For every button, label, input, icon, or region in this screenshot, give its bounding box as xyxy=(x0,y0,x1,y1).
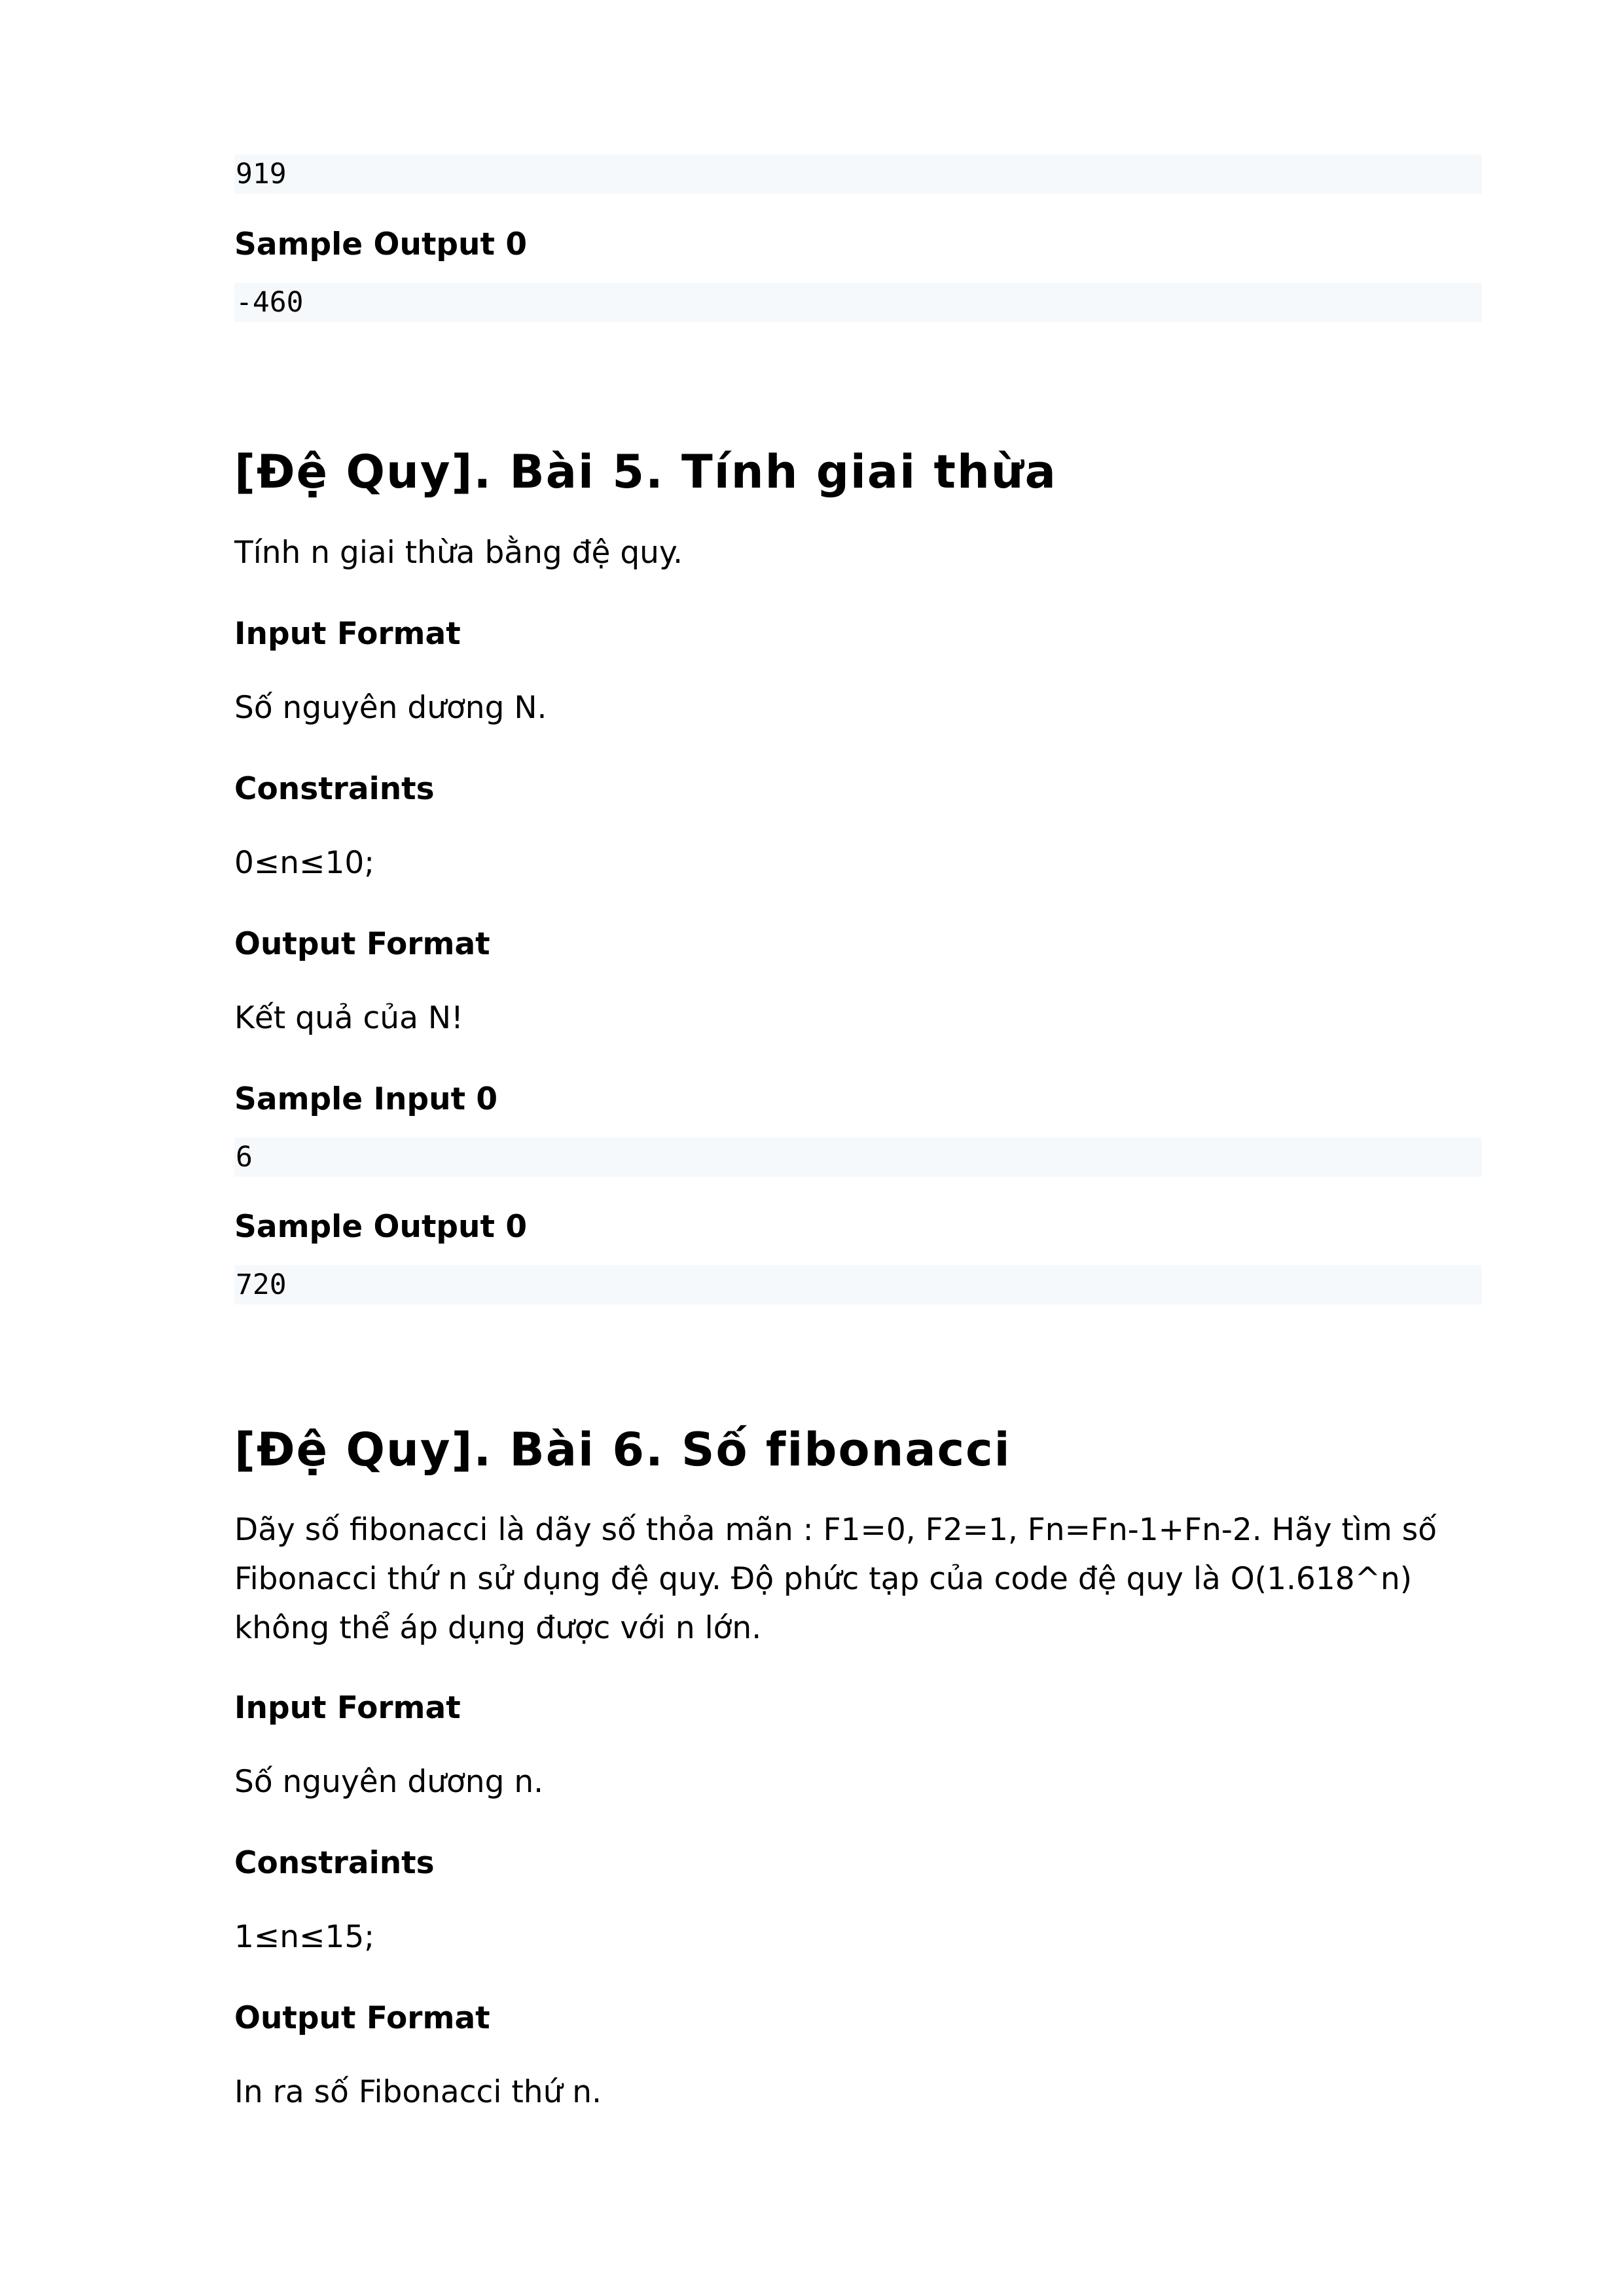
problem5-constraints-heading: Constraints xyxy=(234,771,435,807)
problem5-input-format-heading: Input Format xyxy=(234,616,461,652)
problem6-constraints-heading: Constraints xyxy=(234,1845,435,1881)
problem6-description: Dãy số fibonacci là dãy số thỏa mãn : F1… xyxy=(234,1512,1437,1646)
problem5-constraints-text: 0≤n≤10; xyxy=(234,845,375,881)
problem5-sample-input-code-block: 6 xyxy=(234,1138,1482,1177)
problem5-sample-output-code-block: 720 xyxy=(234,1265,1482,1304)
sample-output-heading: Sample Output 0 xyxy=(234,226,528,262)
problem5-sample-output-heading: Sample Output 0 xyxy=(234,1209,528,1245)
problem6-input-format-text: Số nguyên dương n. xyxy=(234,1764,544,1800)
problem5-sample-input-heading: Sample Input 0 xyxy=(234,1081,498,1117)
problem5-title: [Đệ Quy]. Bài 5. Tính giai thừa xyxy=(234,445,1057,499)
problem5-output-format-heading: Output Format xyxy=(234,926,490,962)
problem6-input-format-heading: Input Format xyxy=(234,1690,461,1726)
problem6-output-format-text: In ra số Fibonacci thứ n. xyxy=(234,2074,602,2110)
problem5-output-format-text: Kết quả của N! xyxy=(234,1000,463,1036)
sample-output-code-block: -460 xyxy=(234,283,1482,322)
problem6-constraints-text: 1≤n≤15; xyxy=(234,1919,375,1955)
problem5-description: Tính n giai thừa bằng đệ quy. xyxy=(234,535,683,571)
problem5-input-format-text: Số nguyên dương N. xyxy=(234,690,547,726)
document-page: 919 Sample Output 0 -460 [Đệ Quy]. Bài 5… xyxy=(234,0,1482,2296)
problem6-title: [Đệ Quy]. Bài 6. Số fibonacci xyxy=(234,1423,1011,1477)
sample-input-code-block: 919 xyxy=(234,154,1482,194)
problem6-output-format-heading: Output Format xyxy=(234,2000,490,2036)
